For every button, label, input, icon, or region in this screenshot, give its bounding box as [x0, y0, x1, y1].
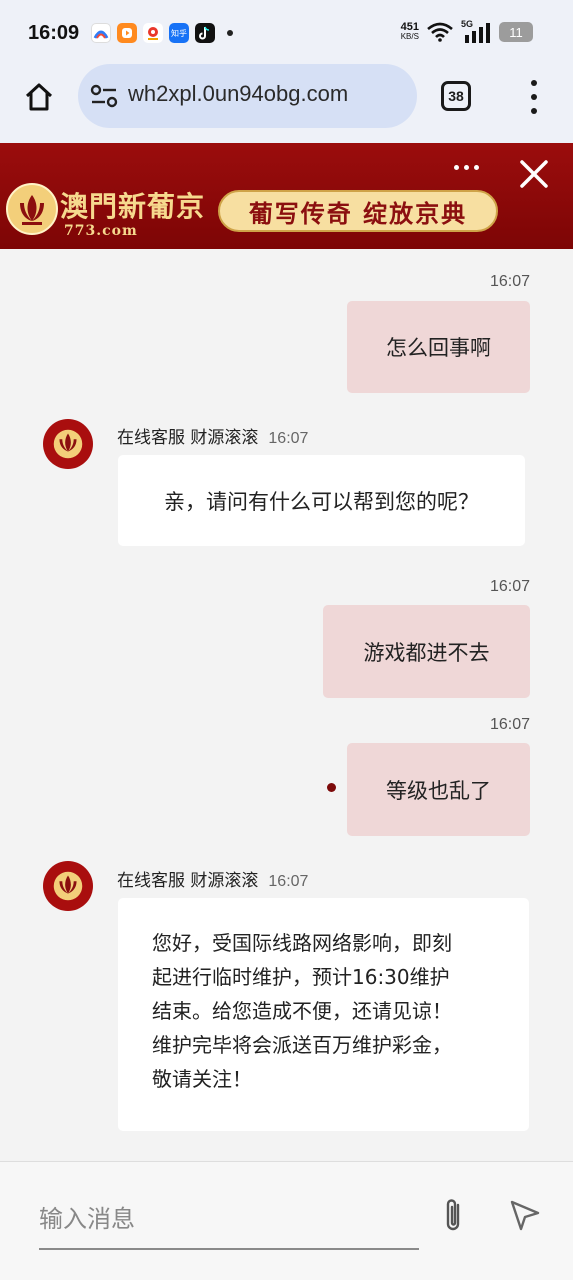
my-message-bubble[interactable]: 怎么回事啊	[347, 301, 530, 393]
agent-avatar[interactable]	[43, 419, 93, 469]
my-message-bubble[interactable]: 游戏都进不去	[323, 605, 530, 698]
network-type: 5G	[461, 19, 474, 29]
browser-menu-button[interactable]	[522, 80, 546, 114]
message-text: 怎么回事啊	[386, 336, 491, 360]
status-time: 16:09	[28, 22, 80, 44]
home-button[interactable]	[20, 78, 58, 116]
battery-icon: 11	[499, 22, 533, 42]
site-settings-icon[interactable]	[90, 83, 118, 109]
message-line: 起进行临时维护，预计16:30维护	[152, 965, 450, 989]
message-time: 16:07	[268, 430, 309, 447]
tab-switcher-button[interactable]: 38	[441, 81, 471, 111]
menu-dot	[531, 94, 537, 100]
message-time: 16:07	[489, 578, 530, 595]
message-line: 维护完毕将会派送百万维护彩金，	[152, 1033, 452, 1057]
cellular-signal-icon: 5G	[461, 19, 491, 43]
agent-meta: 在线客服 财源滚滚 16:07	[117, 866, 308, 891]
network-speed: 451 KB/S	[401, 22, 419, 42]
my-message-bubble[interactable]: 等级也乱了	[347, 743, 530, 836]
wifi-icon	[427, 22, 453, 42]
message-line: 您好，受国际线路网络影响，即刻	[152, 931, 452, 955]
status-indicators: 451 KB/S 5G 11	[401, 19, 533, 43]
message-input[interactable]	[39, 1190, 419, 1250]
message-line: 敬请关注！	[152, 1067, 252, 1091]
close-icon[interactable]	[517, 157, 551, 191]
banner-slogan: 葡写传奇 绽放京典	[218, 190, 498, 232]
address-bar[interactable]: wh2xpl.0un94obg.com	[78, 64, 417, 128]
brand-logo-icon	[6, 183, 58, 235]
agent-name: 在线客服 财源滚滚	[117, 871, 259, 891]
banner-more-button[interactable]	[454, 157, 484, 177]
message-text: 亲，请问有什么可以帮到您的呢？	[164, 489, 479, 514]
more-dot	[464, 164, 469, 170]
home-icon	[25, 83, 53, 111]
more-dot	[474, 164, 479, 170]
tab-count: 38	[448, 88, 464, 104]
message-text: 等级也乱了	[386, 778, 491, 803]
url-text: wh2xpl.0un94obg.com	[128, 81, 349, 106]
message-time: 16:07	[489, 716, 530, 733]
send-icon[interactable]	[508, 1198, 542, 1232]
tiktok-icon	[195, 23, 215, 43]
notification-icons: 知乎	[91, 23, 233, 43]
video-app-icon	[117, 23, 137, 43]
message-line: 结束。给您造成不便，还请见谅！	[152, 999, 452, 1023]
chat-messages[interactable]: 16:07 怎么回事啊 在线客服 财源滚滚 16:07 亲，请问有什么可以帮到您的…	[0, 249, 573, 1161]
promo-banner[interactable]: 澳門新葡京 773.com 葡写传奇 绽放京典	[0, 143, 573, 249]
battery-level: 11	[509, 24, 523, 40]
more-dot	[454, 164, 459, 170]
more-notifications-dot	[227, 30, 233, 36]
menu-dot	[531, 80, 537, 86]
agent-meta: 在线客服 财源滚滚 16:07	[117, 423, 308, 448]
status-bar: 16:09 知乎 451 KB/S 5G 11	[0, 0, 573, 66]
speed-unit: KB/S	[400, 32, 419, 41]
brand-name: 澳門新葡京	[60, 190, 206, 223]
app-icon-1	[91, 23, 111, 43]
agent-name: 在线客服 财源滚滚	[117, 428, 259, 448]
unread-status-dot	[327, 783, 336, 792]
message-time: 16:07	[268, 873, 309, 890]
brand-url: 773.com	[64, 223, 138, 239]
message-input-bar	[0, 1161, 573, 1280]
agent-avatar[interactable]	[43, 861, 93, 911]
browser-toolbar: wh2xpl.0un94obg.com 38	[0, 64, 573, 143]
agent-message-bubble[interactable]: 您好，受国际线路网络影响，即刻 起进行临时维护，预计16:30维护 结束。给您造…	[118, 898, 529, 1131]
agent-message-bubble[interactable]: 亲，请问有什么可以帮到您的呢？	[118, 455, 525, 546]
attachment-icon[interactable]	[438, 1196, 470, 1236]
map-pin-app-icon	[143, 23, 163, 43]
message-text: 游戏都进不去	[363, 640, 490, 665]
menu-dot	[531, 108, 537, 114]
message-time: 16:07	[489, 273, 530, 290]
zhihu-icon: 知乎	[169, 23, 189, 43]
